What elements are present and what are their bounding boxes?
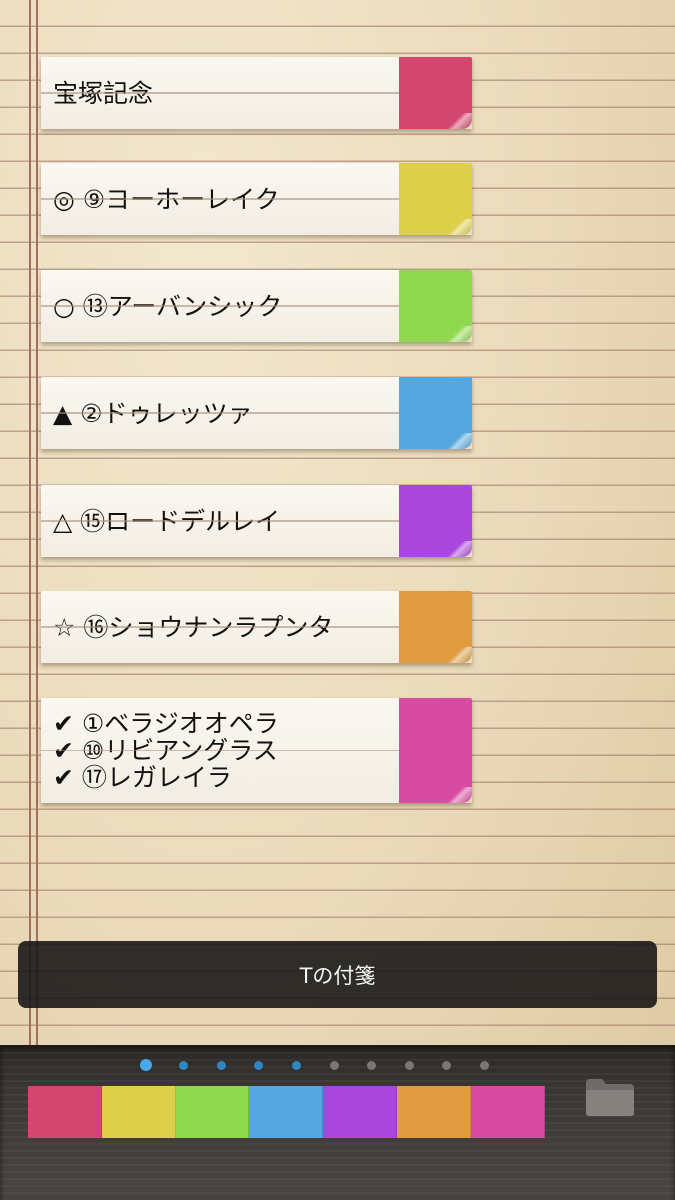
page-dot[interactable] <box>479 1061 489 1070</box>
margin-line <box>36 0 38 1050</box>
page-dot[interactable] <box>329 1061 339 1070</box>
sticky-note-color-tab <box>399 377 472 449</box>
sticky-note-text: ◎ ⑨ヨーホーレイク <box>53 184 280 214</box>
sticky-note-color-tab <box>399 591 472 663</box>
folder-icon[interactable] <box>584 1075 636 1117</box>
sticky-note-body: △ ⑮ロードデルレイ <box>41 485 399 557</box>
sticky-note-color-tab <box>399 485 472 557</box>
toast-text: Tの付箋 <box>299 963 376 988</box>
color-swatch[interactable] <box>175 1086 250 1138</box>
page-dot[interactable] <box>216 1061 226 1070</box>
page-dot[interactable] <box>291 1061 301 1070</box>
color-swatch[interactable] <box>28 1086 102 1138</box>
sticky-note-text: 宝塚記念 <box>53 78 154 108</box>
color-swatch[interactable] <box>470 1086 545 1138</box>
toast-message: Tの付箋 <box>18 941 657 1008</box>
bottom-toolbar <box>0 1045 675 1200</box>
page-dot[interactable] <box>404 1061 414 1070</box>
color-swatch[interactable] <box>101 1086 176 1138</box>
sticky-note-color-tab <box>399 698 472 803</box>
page-indicator[interactable] <box>0 1059 675 1073</box>
sticky-note[interactable]: ✔ ①ベラジオオペラ ✔ ⑩リビアングラス ✔ ⑰レガレイラ <box>41 698 472 803</box>
sticky-note-color-tab <box>399 57 472 129</box>
sticky-note-text: ✔ ⑰レガレイラ <box>53 763 232 792</box>
sticky-note-body: 宝塚記念 <box>41 57 399 129</box>
sticky-note[interactable]: ▲ ②ドゥレッツァ <box>41 377 472 449</box>
color-swatch[interactable] <box>396 1086 471 1138</box>
sticky-note-text: ✔ ①ベラジオオペラ <box>53 709 279 738</box>
page-dot[interactable] <box>179 1061 189 1070</box>
page-dot[interactable] <box>367 1061 377 1070</box>
sticky-note[interactable]: ○ ⑬アーバンシック <box>41 270 472 342</box>
sticky-note-text: ○ ⑬アーバンシック <box>53 291 283 321</box>
sticky-note-color-tab <box>399 270 472 342</box>
sticky-note-body: ◎ ⑨ヨーホーレイク <box>41 163 399 235</box>
sticky-note-text: ☆ ⑯ショウナンラプンタ <box>53 612 334 642</box>
page-dot[interactable] <box>442 1061 452 1070</box>
sticky-note-text: △ ⑮ロードデルレイ <box>53 506 281 536</box>
color-palette <box>28 1086 545 1138</box>
margin-line <box>29 0 31 1050</box>
sticky-note[interactable]: ☆ ⑯ショウナンラプンタ <box>41 591 472 663</box>
color-swatch[interactable] <box>249 1086 324 1138</box>
color-swatch[interactable] <box>323 1086 397 1138</box>
page-dot[interactable] <box>254 1061 264 1070</box>
sticky-note[interactable]: 宝塚記念 <box>41 57 472 129</box>
sticky-note[interactable]: △ ⑮ロードデルレイ <box>41 485 472 557</box>
sticky-note-color-tab <box>399 163 472 235</box>
sticky-note-body: ☆ ⑯ショウナンラプンタ <box>41 591 399 663</box>
sticky-note[interactable]: ◎ ⑨ヨーホーレイク <box>41 163 472 235</box>
sticky-note-body: ▲ ②ドゥレッツァ <box>41 377 399 449</box>
sticky-note-text: ✔ ⑩リビアングラス <box>53 736 278 765</box>
sticky-note-body: ✔ ①ベラジオオペラ ✔ ⑩リビアングラス ✔ ⑰レガレイラ <box>41 698 399 803</box>
page-dot[interactable] <box>140 1059 152 1071</box>
sticky-note-text: ▲ ②ドゥレッツァ <box>53 398 253 428</box>
sticky-note-body: ○ ⑬アーバンシック <box>41 270 399 342</box>
